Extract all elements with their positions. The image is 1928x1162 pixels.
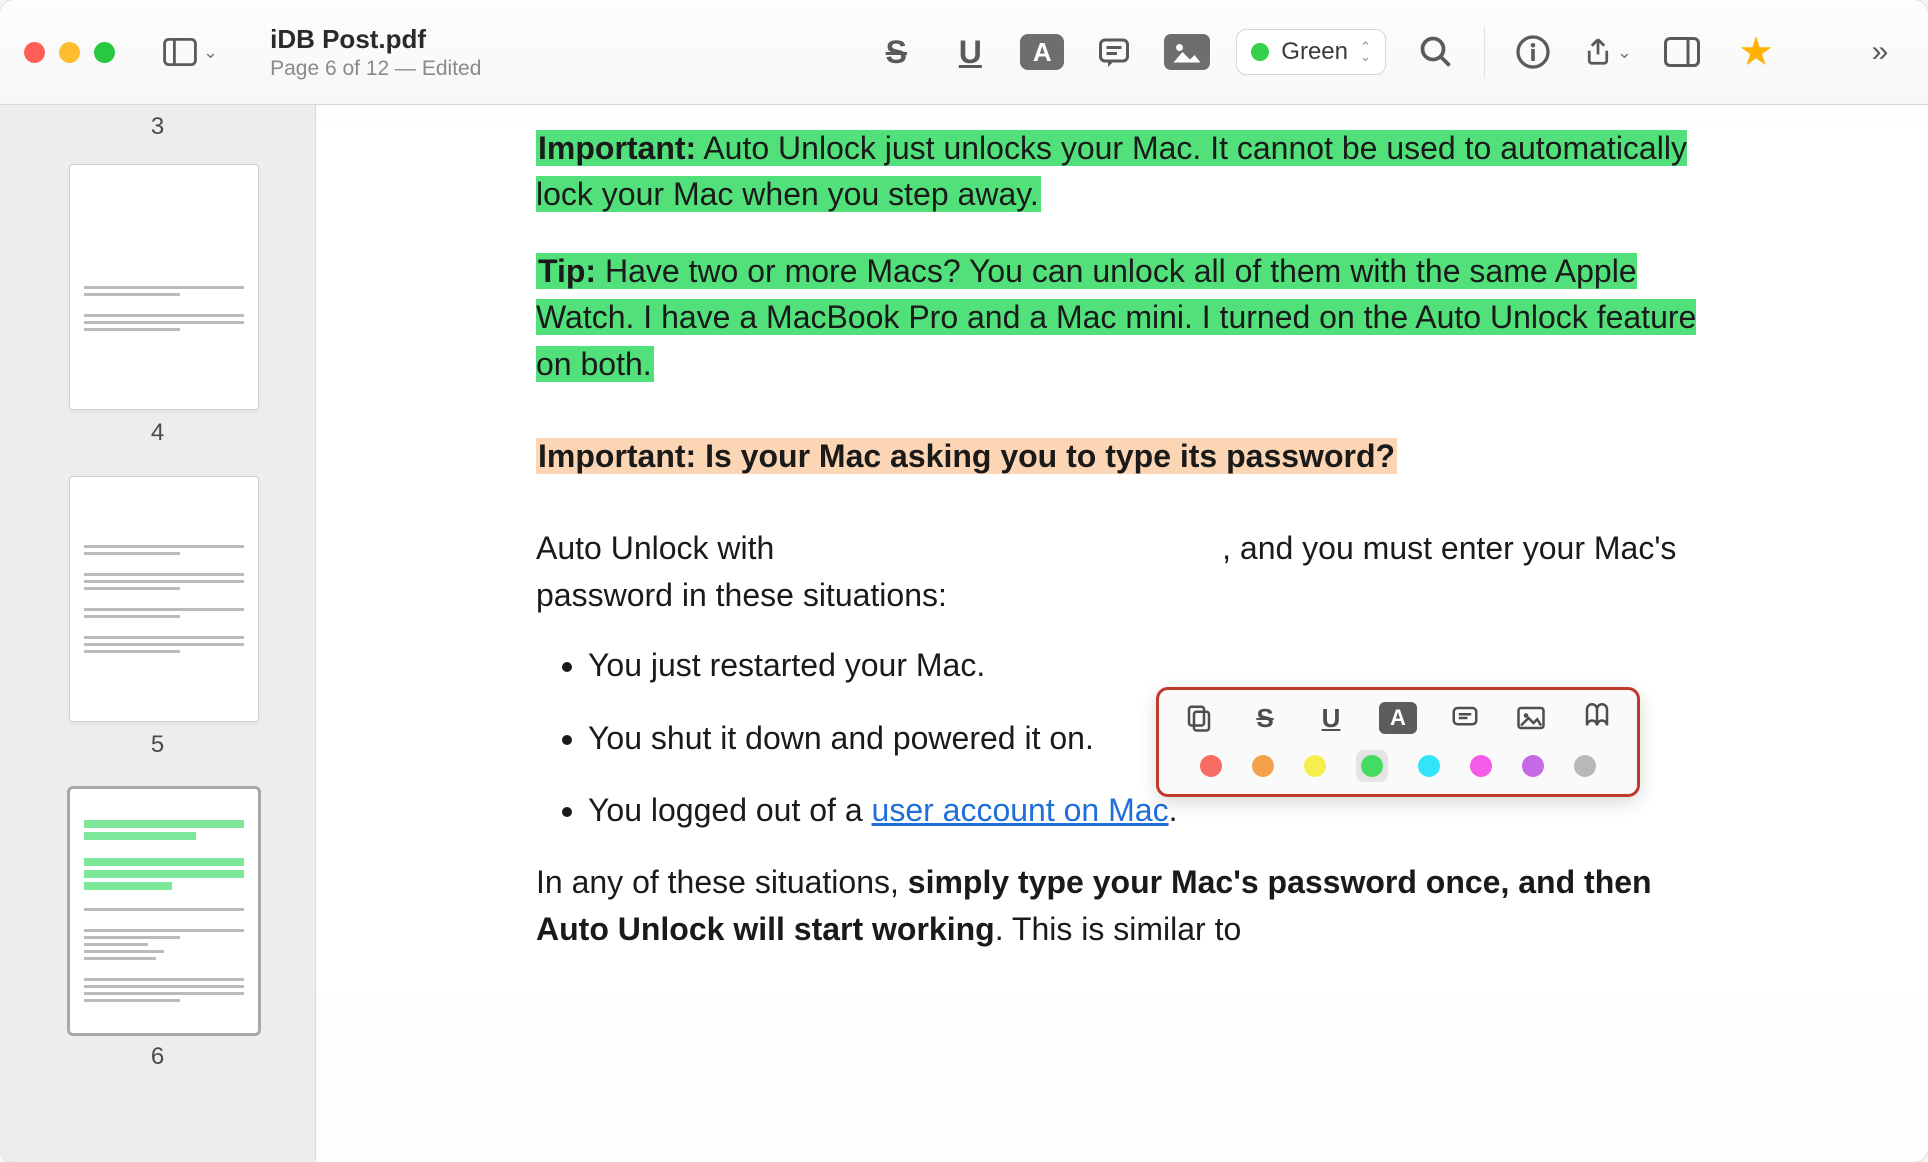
right-tools: ⌄ ★ — [1509, 28, 1780, 76]
underline-button[interactable]: U — [946, 28, 994, 76]
thumb-label: 3 — [70, 113, 245, 141]
chevron-down-icon: ⌄ — [1617, 42, 1632, 63]
color-swatch[interactable] — [1574, 755, 1596, 777]
minimize-button[interactable] — [59, 42, 80, 63]
document-subtitle: Page 6 of 12 — Edited — [270, 57, 481, 81]
document-title: iDB Post.pdf — [270, 24, 481, 55]
popover-tools-row: S U A — [1181, 700, 1615, 736]
color-swatch[interactable] — [1470, 755, 1492, 777]
image-icon — [1516, 703, 1546, 733]
copy-button[interactable] — [1181, 700, 1217, 736]
image-button[interactable] — [1513, 700, 1549, 736]
chevron-down-icon: ⌄ — [203, 42, 218, 63]
document-content[interactable]: Important: Auto Unlock just unlocks your… — [316, 105, 1928, 1162]
strikethrough-button[interactable]: S — [872, 28, 920, 76]
markup-popover: S U A — [1156, 687, 1640, 797]
bookmark-button[interactable] — [1579, 700, 1615, 736]
popover-color-row — [1181, 750, 1615, 782]
color-swatch-selected[interactable] — [1356, 750, 1388, 782]
thumbnail-4[interactable]: 4 — [70, 165, 245, 447]
thumb-label: 6 — [70, 1043, 245, 1071]
info-button[interactable] — [1509, 28, 1557, 76]
info-icon — [1515, 34, 1551, 70]
book-icon — [1582, 703, 1612, 733]
search-button[interactable] — [1412, 28, 1460, 76]
maximize-button[interactable] — [94, 42, 115, 63]
highlight-color-picker[interactable]: Green ⌃⌄ — [1236, 29, 1386, 75]
sidebar-toggle-button[interactable]: ⌄ — [153, 32, 228, 72]
toolbar: ⌄ iDB Post.pdf Page 6 of 12 — Edited S U… — [0, 0, 1928, 105]
favorite-button[interactable]: ★ — [1732, 28, 1780, 76]
thumbnail-6[interactable]: 6 — [70, 789, 245, 1071]
highlight-text-button[interactable]: A — [1020, 34, 1064, 70]
title-block: iDB Post.pdf Page 6 of 12 — Edited — [270, 24, 481, 81]
overflow-button[interactable]: » — [1856, 28, 1904, 76]
color-swatch[interactable] — [1252, 755, 1274, 777]
close-button[interactable] — [24, 42, 45, 63]
highlight-color-dot — [1251, 43, 1269, 61]
image-icon — [1169, 34, 1205, 70]
image-button[interactable] — [1164, 34, 1210, 70]
thumb-label: 4 — [70, 419, 245, 447]
color-swatch[interactable] — [1304, 755, 1326, 777]
highlight-text-button[interactable]: A — [1379, 702, 1417, 734]
stepper-icon: ⌃⌄ — [1360, 42, 1371, 62]
thumbnail-sidebar: 3 4 5 — [0, 105, 316, 1162]
toolbar-separator — [1484, 26, 1485, 78]
thumbnail-5[interactable]: 5 — [70, 477, 245, 759]
link-user-account[interactable]: user account on Mac — [872, 792, 1169, 828]
underline-button[interactable]: U — [1313, 700, 1349, 736]
color-swatch[interactable] — [1418, 755, 1440, 777]
paragraph: Tip: Have two or more Macs? You can unlo… — [536, 248, 1708, 387]
paragraph: In any of these situations, simply type … — [536, 859, 1708, 952]
note-icon — [1450, 703, 1480, 733]
highlight-color-label: Green — [1281, 38, 1348, 66]
inspector-button[interactable] — [1658, 28, 1706, 76]
search-icon — [1418, 34, 1454, 70]
share-button[interactable]: ⌄ — [1583, 28, 1632, 76]
strikethrough-button[interactable]: S — [1247, 700, 1283, 736]
paragraph: Auto Unlock with , and you must enter yo… — [536, 525, 1708, 618]
note-button[interactable] — [1447, 700, 1483, 736]
thumb-label: 5 — [70, 731, 245, 759]
copy-icon — [1184, 703, 1214, 733]
color-swatch[interactable] — [1361, 755, 1383, 777]
panel-icon — [1664, 34, 1700, 70]
note-icon — [1096, 34, 1132, 70]
paragraph: Important: Auto Unlock just unlocks your… — [536, 125, 1708, 218]
color-swatch[interactable] — [1200, 755, 1222, 777]
share-icon — [1583, 37, 1613, 67]
note-button[interactable] — [1090, 28, 1138, 76]
window-controls — [24, 42, 115, 63]
heading: Important: Is your Mac asking you to typ… — [536, 433, 1708, 479]
color-swatch[interactable] — [1522, 755, 1544, 777]
sidebar-icon — [163, 38, 197, 66]
markup-tools: S U A Green ⌃⌄ — [872, 28, 1460, 76]
list-item: You just restarted your Mac. — [588, 642, 1708, 688]
